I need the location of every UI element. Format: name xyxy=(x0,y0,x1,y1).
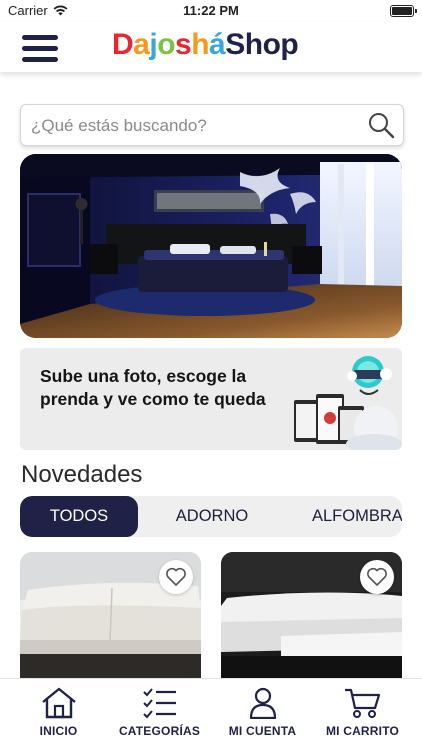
home-icon xyxy=(41,687,76,719)
logo-letter: h xyxy=(191,28,210,61)
logo-letter: D xyxy=(112,28,134,61)
list-icon xyxy=(142,688,176,719)
bottom-nav: INICIO CATEGORÍAS MI CUENTA MI CARRITO xyxy=(0,678,422,751)
logo-letter: o xyxy=(157,28,176,61)
user-icon xyxy=(249,687,276,719)
tab-todos[interactable]: TODOS xyxy=(20,496,138,537)
product-card[interactable] xyxy=(221,552,402,678)
logo-part2: Shop xyxy=(225,28,299,61)
logo-letter: á xyxy=(209,28,226,61)
hero-banner[interactable] xyxy=(20,154,402,338)
nav-categorias-label: CATEGORÍAS xyxy=(118,724,201,738)
section-title: Novedades xyxy=(21,461,143,488)
brand-logo: DajosháShop xyxy=(112,28,299,62)
search-box xyxy=(20,104,404,147)
heart-icon xyxy=(166,567,186,586)
search-input[interactable] xyxy=(29,105,363,147)
favorite-button[interactable] xyxy=(159,560,193,594)
status-bar: Carrier 11:22 PM xyxy=(0,0,422,22)
product-card[interactable] xyxy=(20,552,201,678)
nav-categorias[interactable]: CATEGORÍAS xyxy=(107,679,212,751)
nav-inicio-label: INICIO xyxy=(39,724,78,738)
status-time: 11:22 PM xyxy=(183,3,239,18)
logo-letter: s xyxy=(175,28,192,61)
menu-button[interactable] xyxy=(22,35,58,65)
promo-card[interactable]: Sube una foto, escoge la prenda y ve com… xyxy=(20,348,402,450)
logo-part1: Dajoshá xyxy=(112,28,226,61)
tab-alfombra[interactable]: ALFOMBRA xyxy=(312,496,402,537)
battery-icon xyxy=(390,5,417,17)
app-header: DajosháShop xyxy=(0,22,422,72)
cart-icon xyxy=(344,688,380,718)
search-icon[interactable] xyxy=(367,111,395,139)
tab-adorno[interactable]: ADORNO xyxy=(164,496,260,537)
logo-letter: a xyxy=(133,28,150,61)
promo-text: Sube una foto, escoge la prenda y ve com… xyxy=(40,366,266,409)
nav-inicio[interactable]: INICIO xyxy=(6,679,111,751)
nav-carrito-label: MI CARRITO xyxy=(325,724,400,738)
nav-cuenta[interactable]: MI CUENTA xyxy=(210,679,315,751)
promo-illustration xyxy=(294,356,402,450)
nav-cuenta-label: MI CUENTA xyxy=(228,724,297,738)
favorite-button[interactable] xyxy=(360,560,394,594)
heart-icon xyxy=(367,567,387,586)
nav-carrito[interactable]: MI CARRITO xyxy=(310,679,415,751)
category-tabs: TODOS ADORNO ALFOMBRA xyxy=(20,496,402,537)
bedroom-image xyxy=(20,154,402,338)
